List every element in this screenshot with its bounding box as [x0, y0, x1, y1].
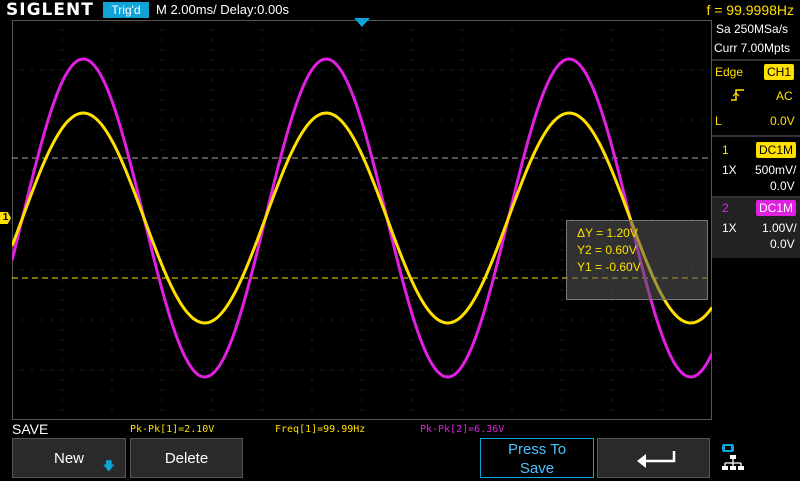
trigger-status-badge: Trig'd: [103, 2, 149, 18]
delete-button[interactable]: Delete: [130, 438, 243, 478]
cursor-y2: Y2 = 0.60V: [577, 243, 637, 257]
measure-freq-ch1: Freq[1]=99.99Hz: [275, 424, 366, 435]
press-to-save-line2: Save: [519, 460, 555, 477]
ch2-coupling-badge: DC1M: [756, 200, 797, 216]
back-button[interactable]: [597, 438, 710, 478]
timebase-readout: M 2.00ms/ Delay:0.00s: [156, 2, 289, 17]
press-to-save-line1: Press To: [507, 441, 567, 458]
delete-label: Delete: [164, 450, 209, 467]
trigger-type[interactable]: Edge: [715, 65, 743, 79]
right-info-panel: Sa 250MSa/s Curr 7.00Mpts Edge CH1 AC L …: [712, 20, 800, 420]
waveform-display[interactable]: ΔY = 1.20V Y2 = 0.60V Y1 = -0.60V: [12, 20, 713, 420]
sample-rate: Sa 250MSa/s: [716, 22, 789, 36]
ch1-info-box[interactable]: 1 DC1M 1X 500mV/ 0.0V: [712, 140, 800, 200]
status-bar: SIGLENT Trig'd M 2.00ms/ Delay:0.00s f =…: [0, 0, 800, 20]
ch1-offset-marker[interactable]: 1: [0, 212, 11, 224]
measure-pkpk-ch1: Pk-Pk[1]=2.10V: [130, 424, 215, 435]
chevron-down-icon: 🡇: [102, 459, 115, 473]
ch1-probe: 1X: [722, 163, 737, 177]
press-to-save-button[interactable]: Press To Save: [480, 438, 594, 478]
ch2-waveform: [12, 57, 712, 379]
new-button[interactable]: New 🡇: [12, 438, 126, 478]
trigger-source-badge[interactable]: CH1: [764, 64, 795, 80]
return-arrow-icon: [634, 448, 678, 474]
ch2-scale: 1.00V/: [762, 221, 797, 235]
ch1-number: 1: [722, 143, 729, 157]
cursor-y1: Y1 = -0.60V: [577, 260, 641, 274]
softkey-bar: New 🡇 Delete Press To Save: [0, 438, 800, 480]
menu-title: SAVE: [12, 421, 49, 437]
ch2-number: 2: [722, 201, 729, 215]
trigger-coupling: AC: [776, 89, 793, 103]
ch1-scale: 500mV/: [755, 163, 797, 177]
measure-pkpk-ch2: Pk-Pk[2]=6.36V: [420, 424, 505, 435]
ch1-coupling-badge: DC1M: [756, 142, 797, 158]
network-icon: [720, 442, 746, 476]
ch2-probe: 1X: [722, 221, 737, 235]
brand-logo: SIGLENT: [6, 0, 94, 20]
trigger-level-label: L: [715, 114, 722, 128]
frequency-counter: f = 99.9998Hz: [706, 2, 794, 18]
ch2-offset: 0.0V: [770, 237, 795, 251]
memory-depth: Curr 7.00Mpts: [714, 41, 791, 55]
rising-edge-icon: [730, 88, 746, 102]
ch2-info-box[interactable]: 2 DC1M 1X 1.00V/ 0.0V: [712, 198, 800, 258]
divider: [712, 135, 800, 137]
cursor-delta-y: ΔY = 1.20V: [577, 226, 638, 240]
trigger-level-value: 0.0V: [770, 114, 795, 128]
trigger-position-marker[interactable]: [354, 18, 370, 27]
divider: [712, 59, 800, 61]
ch1-offset: 0.0V: [770, 179, 795, 193]
cursor-readout-box: ΔY = 1.20V Y2 = 0.60V Y1 = -0.60V: [566, 220, 708, 300]
